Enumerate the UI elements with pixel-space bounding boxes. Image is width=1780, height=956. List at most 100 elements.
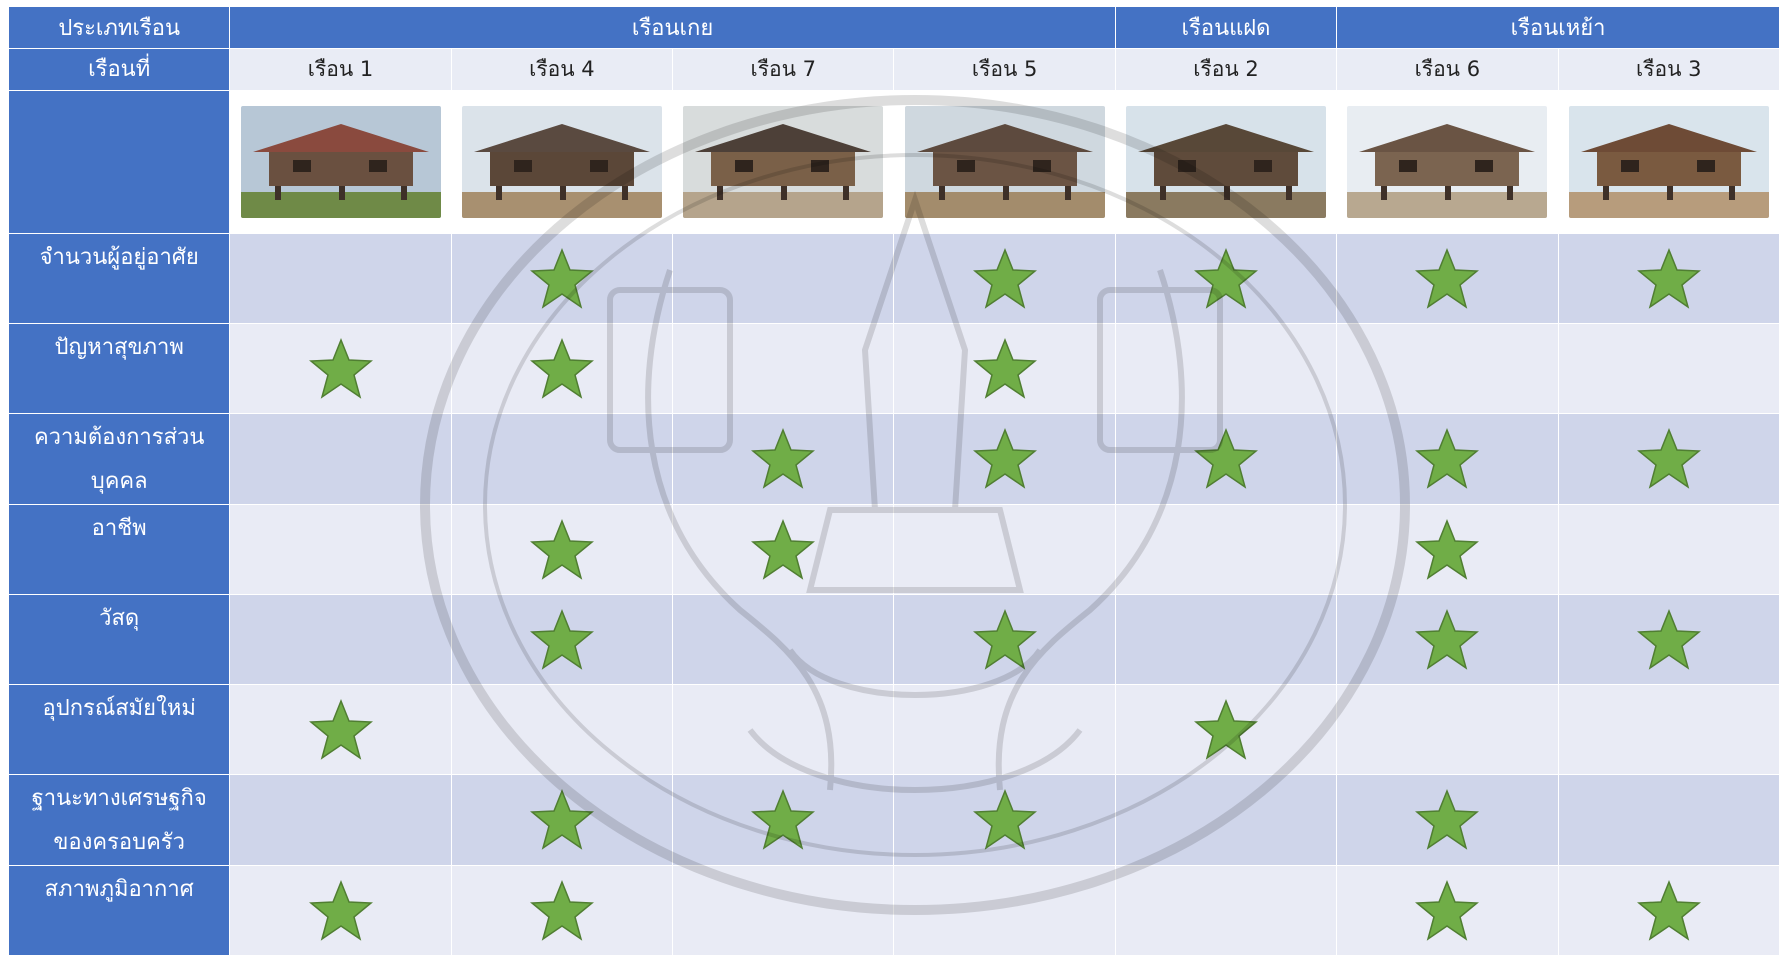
mark-cell <box>1114 233 1338 324</box>
mark-cell <box>1114 594 1338 685</box>
criteria-label-line: ของครอบครัว <box>53 830 185 855</box>
house-header: เรือน 6 <box>1336 48 1559 91</box>
house-photo <box>461 106 662 218</box>
mark-cell <box>893 684 1116 775</box>
number-header-label: เรือนที่ <box>7 48 231 91</box>
star-icon <box>972 337 1037 401</box>
star-icon <box>529 518 594 582</box>
mark-cell <box>1336 865 1559 956</box>
mark-cell <box>893 323 1116 414</box>
star-icon <box>751 427 816 491</box>
mark-cell <box>229 865 452 956</box>
mark-cell <box>229 413 452 505</box>
group-header-faed: เรือนแฝด <box>1114 6 1338 49</box>
criteria-label: สภาพภูมิอากาศ <box>7 865 231 956</box>
star-icon <box>972 427 1037 491</box>
mark-cell <box>1557 233 1780 324</box>
mark-cell <box>672 684 895 775</box>
house-header: เรือน 3 <box>1557 48 1780 91</box>
mark-cell <box>450 233 674 324</box>
star-icon <box>529 337 594 401</box>
mark-cell <box>672 865 895 956</box>
house-header: เรือน 5 <box>893 48 1116 91</box>
mark-cell <box>450 684 674 775</box>
mark-cell <box>1336 504 1559 595</box>
mark-cell <box>672 504 895 595</box>
mark-cell <box>672 774 895 866</box>
star-icon <box>972 608 1037 672</box>
criteria-label-line: ปัญหาสุขภาพ <box>54 335 184 360</box>
criteria-label-line: อุปกรณ์สมัยใหม่ <box>42 696 196 721</box>
house-photo <box>1347 106 1548 218</box>
criteria-label-line: ความต้องการส่วน <box>33 425 205 450</box>
star-icon <box>972 247 1037 311</box>
mark-cell <box>229 594 452 685</box>
mark-cell <box>672 233 895 324</box>
criteria-label: อุปกรณ์สมัยใหม่ <box>7 684 231 775</box>
house-photo <box>1568 106 1769 218</box>
star-icon <box>972 788 1037 852</box>
photo-row <box>7 90 1780 234</box>
mark-cell <box>1114 774 1338 866</box>
criteria-label: ปัญหาสุขภาพ <box>7 323 231 414</box>
house-photo <box>683 106 884 218</box>
mark-cell <box>1557 684 1780 775</box>
star-icon <box>1194 698 1258 762</box>
group-header-kei: เรือนเกย <box>229 6 1116 49</box>
mark-cell <box>1114 323 1338 414</box>
star-icon <box>529 247 594 311</box>
house-header: เรือน 2 <box>1114 48 1338 91</box>
mark-cell <box>450 504 674 595</box>
star-icon <box>751 788 816 852</box>
star-icon <box>1636 427 1701 491</box>
criteria-label: อาชีพ <box>7 504 231 595</box>
mark-cell <box>229 684 452 775</box>
house-header: เรือน 1 <box>229 48 452 91</box>
mark-cell <box>1336 413 1559 505</box>
photo-cell <box>672 90 895 234</box>
mark-cell <box>1557 504 1780 595</box>
criteria-label-line: บุคคล <box>90 469 148 494</box>
star-icon <box>1636 247 1701 311</box>
photo-cell <box>450 90 674 234</box>
criteria-label: ฐานะทางเศรษฐกิจของครอบครัว <box>7 774 231 866</box>
star-icon <box>1415 608 1480 672</box>
group-header-yao: เรือนเหย้า <box>1336 6 1780 49</box>
mark-cell <box>1336 774 1559 866</box>
criteria-label: ความต้องการส่วนบุคคล <box>7 413 231 505</box>
mark-cell <box>1557 865 1780 956</box>
criteria-label: วัสดุ <box>7 594 231 685</box>
mark-cell <box>450 774 674 866</box>
star-icon <box>1194 427 1258 491</box>
star-icon <box>1415 879 1480 943</box>
mark-cell <box>893 594 1116 685</box>
mark-cell <box>450 865 674 956</box>
header-row-type: ประเภทเรือน เรือนเกย เรือนแฝด เรือนเหย้า <box>7 6 1780 49</box>
mark-cell <box>672 413 895 505</box>
house-header: เรือน 7 <box>672 48 895 91</box>
star-icon <box>1415 247 1480 311</box>
mark-cell <box>1557 774 1780 866</box>
photo-row-label <box>7 90 231 234</box>
mark-cell <box>450 413 674 505</box>
star-icon <box>1415 427 1480 491</box>
mark-cell <box>893 413 1116 505</box>
mark-cell <box>1336 323 1559 414</box>
mark-cell <box>672 323 895 414</box>
criteria-row: สภาพภูมิอากาศ <box>7 865 1780 956</box>
criteria-label-line: วัสดุ <box>99 606 140 631</box>
star-icon <box>1194 247 1258 311</box>
criteria-row: ปัญหาสุขภาพ <box>7 323 1780 414</box>
star-icon <box>308 337 373 401</box>
comparison-table: ประเภทเรือน เรือนเกย เรือนแฝด เรือนเหย้า… <box>7 6 1780 956</box>
criteria-row: วัสดุ <box>7 594 1780 685</box>
house-photo <box>240 106 441 218</box>
mark-cell <box>1114 413 1338 505</box>
photo-cell <box>893 90 1116 234</box>
criteria-label-line: ฐานะทางเศรษฐกิจ <box>31 786 207 811</box>
mark-cell <box>893 504 1116 595</box>
star-icon <box>751 518 816 582</box>
criteria-row: อุปกรณ์สมัยใหม่ <box>7 684 1780 775</box>
mark-cell <box>1557 413 1780 505</box>
mark-cell <box>1114 684 1338 775</box>
